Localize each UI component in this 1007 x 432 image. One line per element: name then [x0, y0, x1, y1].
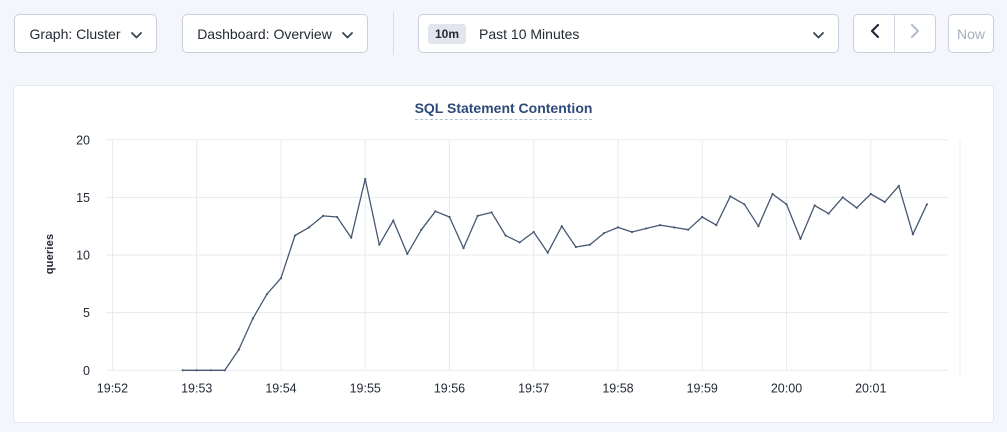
svg-text:5: 5 [83, 306, 90, 320]
svg-text:15: 15 [76, 191, 90, 205]
dashboard-dropdown[interactable]: Dashboard: Overview [182, 14, 368, 53]
time-window-dropdown[interactable]: 10m Past 10 Minutes [418, 14, 839, 53]
chart-title-row: SQL Statement Contention [14, 100, 993, 118]
time-window-label: Past 10 Minutes [479, 26, 800, 42]
svg-text:20:01: 20:01 [855, 381, 886, 395]
svg-text:19:53: 19:53 [181, 381, 212, 395]
chevron-down-icon [131, 26, 142, 42]
graph-dropdown-label: Graph: Cluster [29, 26, 120, 42]
svg-text:19:55: 19:55 [350, 381, 381, 395]
svg-text:19:54: 19:54 [265, 381, 296, 395]
svg-text:19:52: 19:52 [97, 381, 128, 395]
chart-card: SQL Statement Contention queries 0510152… [13, 85, 994, 423]
now-button-label: Now [957, 26, 985, 42]
prev-interval-button[interactable] [854, 15, 894, 52]
time-window-badge: 10m [428, 24, 466, 44]
chart-title[interactable]: SQL Statement Contention [415, 100, 593, 120]
svg-text:19:58: 19:58 [602, 381, 633, 395]
dashboard-dropdown-label: Dashboard: Overview [197, 26, 332, 42]
svg-text:10: 10 [76, 249, 90, 263]
next-interval-button[interactable] [894, 15, 935, 52]
time-pager [853, 14, 936, 53]
sql-contention-line-chart: 0 5 10 15 20 19:52 19:53 19:54 19:55 19:56 19:57 19… [14, 126, 995, 422]
toolbar-divider [393, 12, 394, 55]
svg-text:19:56: 19:56 [434, 381, 465, 395]
now-button[interactable]: Now [948, 14, 994, 53]
svg-text:20: 20 [76, 133, 90, 147]
svg-text:19:59: 19:59 [687, 381, 718, 395]
chevron-left-icon [870, 24, 879, 43]
chevron-right-icon [911, 24, 920, 43]
svg-text:19:57: 19:57 [518, 381, 549, 395]
graph-dropdown[interactable]: Graph: Cluster [14, 14, 157, 53]
chevron-down-icon [813, 26, 824, 42]
chevron-down-icon [342, 26, 353, 42]
svg-text:0: 0 [83, 364, 90, 378]
svg-text:20:00: 20:00 [771, 381, 802, 395]
